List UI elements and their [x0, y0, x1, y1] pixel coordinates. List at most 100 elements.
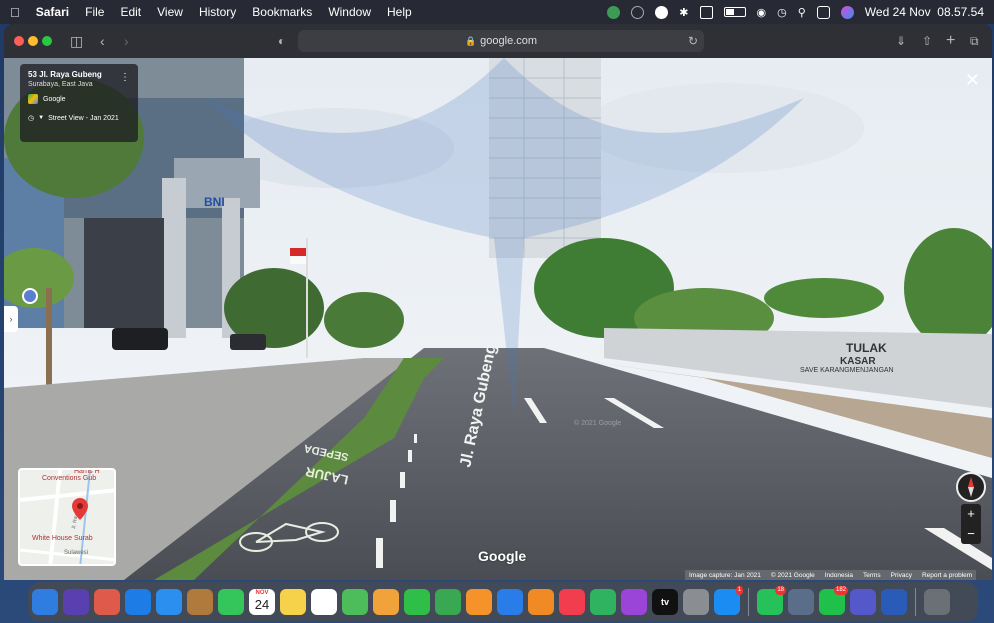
- zoom-out-button[interactable]: −: [961, 524, 981, 544]
- browser-toolbar: ◫ ‹ › ◐ 🔒 google.com ↻ ⇓ ⇧ + ⧉: [4, 24, 992, 58]
- battery-icon[interactable]: [723, 7, 746, 17]
- share-icon[interactable]: ⇧: [922, 33, 932, 49]
- provider-row[interactable]: Google: [28, 94, 130, 104]
- image-copyright-overlay: © 2021 Google: [574, 420, 622, 427]
- capture-date-label: Street View - Jan 2021: [48, 114, 119, 122]
- new-tab-icon[interactable]: +: [946, 33, 955, 49]
- zoom-in-button[interactable]: +: [961, 504, 981, 524]
- siri-icon[interactable]: [840, 5, 854, 19]
- menu-app-name[interactable]: Safari: [36, 5, 69, 19]
- dock-find-my-icon[interactable]: [590, 589, 616, 615]
- graffiti-text-2: KASAR: [840, 356, 876, 367]
- notification-badge: 1: [735, 586, 743, 595]
- wifi-icon[interactable]: ◉: [757, 6, 767, 19]
- bluetooth-icon[interactable]: ✱: [679, 6, 688, 19]
- privacy-link[interactable]: Privacy: [891, 572, 912, 579]
- address-bar[interactable]: 🔒 google.com: [298, 30, 704, 52]
- map-pin-icon: [72, 498, 88, 520]
- dock-trash-icon[interactable]: [924, 589, 950, 615]
- menu-bar:  Safari File Edit View History Bookmark…: [0, 0, 994, 24]
- dock-system-preferences-icon[interactable]: [683, 589, 709, 615]
- location-bubble-icon[interactable]: [22, 288, 38, 304]
- copyright-label: © 2021 Google: [770, 571, 815, 579]
- dock-pages-icon[interactable]: [466, 589, 492, 615]
- chevron-down-icon: ▼: [38, 115, 45, 121]
- status-area: ✱ ◉ ◷ ⚲ Wed 24 Nov 08.57.54: [607, 5, 984, 19]
- more-options-icon[interactable]: ⋮: [120, 72, 130, 83]
- menu-file[interactable]: File: [85, 5, 104, 19]
- google-watermark: Google: [478, 548, 527, 564]
- dock-maps-icon[interactable]: [342, 589, 368, 615]
- dock-calendar-icon[interactable]: NOV 24: [249, 589, 275, 615]
- dock-facetime-icon[interactable]: [404, 589, 430, 615]
- downloads-icon[interactable]: ⇓: [896, 33, 906, 49]
- mini-map-label-1: Harris H: [74, 468, 100, 475]
- address-text: google.com: [480, 35, 538, 47]
- menu-help[interactable]: Help: [387, 5, 412, 19]
- display-icon[interactable]: [699, 5, 713, 19]
- dock-apple-tv-icon[interactable]: tv: [652, 589, 678, 615]
- dock-messages-icon[interactable]: [218, 589, 244, 615]
- notification-badge: 182: [833, 586, 848, 595]
- apple-icon[interactable]: : [10, 5, 20, 20]
- dock-finder-icon[interactable]: [32, 589, 58, 615]
- forward-icon[interactable]: ›: [124, 33, 129, 49]
- street-view-panorama[interactable]: BNI TULAK KASAR SAVE KARANGMENJANGAN Jl.…: [4, 58, 992, 580]
- dock-photos-icon[interactable]: [373, 589, 399, 615]
- dock-preview-icon[interactable]: [788, 589, 814, 615]
- menu-history[interactable]: History: [199, 5, 236, 19]
- date-selector[interactable]: ◷ ▼ Street View - Jan 2021: [28, 114, 130, 123]
- dock-numbers-icon[interactable]: [435, 589, 461, 615]
- bank-sign: BNI: [204, 195, 225, 209]
- reload-icon[interactable]: ↻: [688, 33, 698, 49]
- dock-teams-icon[interactable]: [850, 589, 876, 615]
- privacy-shield-icon[interactable]: ◐: [278, 33, 285, 49]
- vpn-icon[interactable]: [631, 5, 645, 19]
- dock-launchpad-icon[interactable]: [94, 589, 120, 615]
- shazam-icon[interactable]: [655, 5, 669, 19]
- back-icon[interactable]: ‹: [100, 33, 105, 49]
- dock-podcasts-icon[interactable]: [621, 589, 647, 615]
- menu-clock[interactable]: Wed 24 Nov 08.57.54: [865, 5, 984, 19]
- tv-label: tv: [660, 597, 669, 607]
- menu-view[interactable]: View: [157, 5, 183, 19]
- search-icon[interactable]: ⚲: [798, 6, 806, 19]
- street-scene-image: BNI TULAK KASAR SAVE KARANGMENJANGAN Jl.…: [4, 58, 992, 580]
- dock-word-icon[interactable]: [881, 589, 907, 615]
- dock-mail-icon[interactable]: [156, 589, 182, 615]
- chat-status-icon[interactable]: [607, 5, 621, 19]
- menu-window[interactable]: Window: [328, 5, 371, 19]
- dock-app-store-icon[interactable]: 1: [714, 586, 743, 615]
- dock-safari-icon[interactable]: [125, 589, 151, 615]
- mini-map-label-2: Conventions Gub: [42, 475, 97, 482]
- fullscreen-window-button[interactable]: [42, 36, 52, 46]
- dock-siri-icon[interactable]: [63, 589, 89, 615]
- dock-whatsapp-icon[interactable]: 18: [757, 586, 786, 615]
- sidebar-toggle-icon[interactable]: ◫: [70, 33, 83, 49]
- dock-books-icon[interactable]: [528, 589, 554, 615]
- zoom-control: + −: [961, 504, 981, 544]
- terms-link[interactable]: Terms: [863, 572, 881, 579]
- mini-map-label-4: White House Surab: [32, 535, 93, 542]
- close-window-button[interactable]: [14, 36, 24, 46]
- mini-map[interactable]: Harris H Conventions Gub Jl. Raya Gub Wh…: [18, 468, 116, 566]
- dock-music-icon[interactable]: [559, 589, 585, 615]
- dock-notes-icon[interactable]: [280, 589, 306, 615]
- report-problem-link[interactable]: Report a problem: [922, 572, 972, 579]
- menu-bookmarks[interactable]: Bookmarks: [252, 5, 312, 19]
- compass-button[interactable]: [956, 472, 986, 502]
- notification-badge: 18: [775, 586, 786, 595]
- minimize-window-button[interactable]: [28, 36, 38, 46]
- region-link[interactable]: Indonesia: [825, 572, 853, 579]
- clock-icon[interactable]: ◷: [777, 6, 787, 19]
- close-street-view-icon[interactable]: ✕: [965, 70, 980, 91]
- dock-line-icon[interactable]: 182: [819, 586, 848, 615]
- expand-side-panel-button[interactable]: ›: [4, 306, 18, 332]
- dock-reminders-icon[interactable]: [311, 589, 337, 615]
- tab-overview-icon[interactable]: ⧉: [970, 33, 979, 49]
- dock-keynote-icon[interactable]: [497, 589, 523, 615]
- menu-edit[interactable]: Edit: [120, 5, 141, 19]
- dock-contacts-icon[interactable]: [187, 589, 213, 615]
- provider-label: Google: [43, 95, 66, 103]
- control-center-icon[interactable]: [816, 5, 830, 19]
